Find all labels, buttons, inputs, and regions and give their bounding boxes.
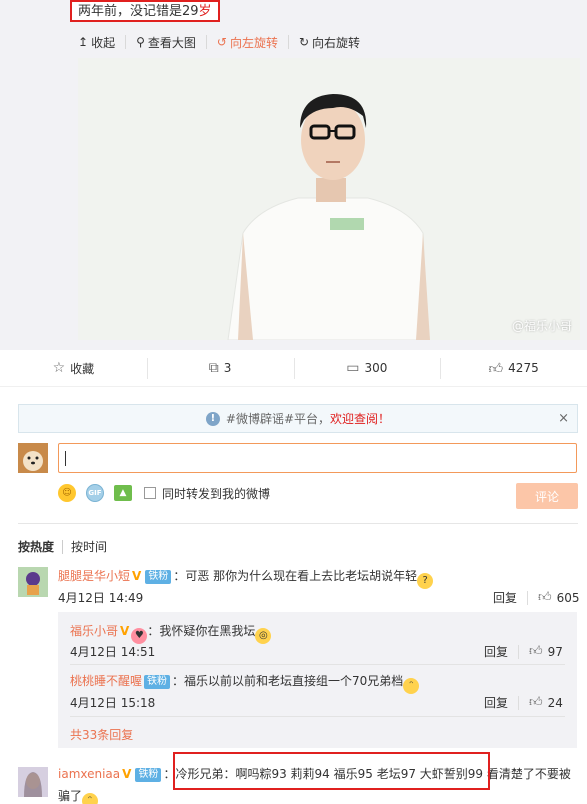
comment-actions: 回复 👍︎ 605 <box>493 589 580 606</box>
thumb-up-icon[interactable]: 👍︎ <box>529 644 543 659</box>
reply-text: ：福乐以前以前和老坛直接组一个70兄弟档 <box>172 674 404 688</box>
reply-username[interactable]: 福乐小哥 <box>70 624 118 638</box>
girl-avatar-image <box>18 767 48 797</box>
like-button[interactable]: 👍︎ 4275 <box>440 350 587 386</box>
collapse-arrow-icon: ↥ <box>78 35 89 49</box>
search-icon: ⚲ <box>136 35 145 49</box>
reply-actions: 回复 👍︎ 97 <box>484 643 563 660</box>
media-toolbar: ↥ 收起 ⚲ 查看大图 ↺ 向左旋转 ↻ 向右旋转 <box>78 33 370 51</box>
person-photo-illustration <box>78 58 580 340</box>
reply-actions: 回复 👍︎ 24 <box>484 694 563 711</box>
verified-icon: V <box>120 624 130 638</box>
cat-emoji-icon: ᵔ <box>403 678 420 694</box>
cat-emoji-icon: ᵔ <box>82 793 99 804</box>
comment-time: 4月12日 14:49 <box>58 591 144 605</box>
divider <box>18 523 578 524</box>
divider <box>70 664 565 665</box>
verified-icon: V <box>122 767 132 781</box>
reply-list: 福乐小哥 V ♥ ：我怀疑你在黑我坛 ◎ 4月12日 14:51 回复 👍︎ 97 桃桃… <box>58 612 577 748</box>
separator <box>518 695 520 710</box>
comment-text: ：可恶 那你为什么现在看上去比老坛胡说年轻 <box>173 569 418 583</box>
view-large-button[interactable]: ⚲ 查看大图 <box>125 35 206 50</box>
collapse-button[interactable]: ↥ 收起 <box>78 35 125 50</box>
favorite-button[interactable]: ☆ 收藏 <box>0 350 147 386</box>
rotate-right-icon: ↻ <box>298 35 310 49</box>
comment-text-continued: 骗了 ᵔ <box>58 787 99 804</box>
comment-body: 腿腿是华小短 V 铁粉 ：可恶 那你为什么现在看上去比老坛胡说年轻? <box>58 567 434 589</box>
reply-body: 桃桃睡不醒喔 铁粉 ：福乐以前以前和老坛直接组一个70兄弟档 ᵔ <box>70 672 420 694</box>
reply-text: ：我怀疑你在黑我坛 <box>147 624 256 638</box>
rumor-notice-banner: ! #微博辟谣#平台， 欢迎查阅！ × <box>18 404 578 433</box>
sort-tabs: 按热度 按时间 <box>18 540 115 554</box>
heart-badge-icon: ♥ <box>131 628 148 644</box>
thumb-up-icon: 👍︎ <box>488 360 504 377</box>
text-caret <box>65 451 66 466</box>
highlight-box <box>173 752 490 790</box>
reply-time: 4月12日 15:18 <box>70 696 156 710</box>
divider <box>70 716 565 717</box>
more-replies-link[interactable]: 共33条回复 <box>70 726 133 743</box>
reply-button[interactable]: 回复 <box>493 589 517 606</box>
verified-icon: V <box>132 569 142 583</box>
repost-button[interactable]: ⧉ 3 <box>146 350 294 386</box>
notice-link[interactable]: 欢迎查阅！ <box>330 410 390 427</box>
comment-username[interactable]: 腿腿是华小短 <box>58 569 130 583</box>
comment-input[interactable] <box>58 443 577 473</box>
comment-button[interactable]: ▭ 300 <box>293 350 441 386</box>
reply-body: 福乐小哥 V ♥ ：我怀疑你在黑我坛 ◎ <box>70 622 272 644</box>
rotate-right-button[interactable]: ↻ 向右旋转 <box>287 35 370 50</box>
avatar[interactable] <box>18 443 48 473</box>
post-text-snippet: 两年前，没记错是29岁 <box>70 0 220 22</box>
separator <box>527 590 529 605</box>
like-count: 24 <box>547 695 563 710</box>
thinking-emoji-icon: ? <box>417 573 434 589</box>
fan-badge: 铁粉 <box>144 675 171 689</box>
comment-icon: ▭ <box>346 360 360 376</box>
post-action-bar: ☆ 收藏 ⧉ 3 ▭ 300 👍︎ 4275 <box>0 350 587 387</box>
fan-badge: 铁粉 <box>135 768 162 782</box>
emoji-icon[interactable]: ☺ <box>58 484 76 502</box>
info-icon: ! <box>205 411 220 426</box>
dog-avatar-image <box>18 443 48 473</box>
image-icon[interactable]: ▲ <box>114 485 132 501</box>
reply-button[interactable]: 回复 <box>484 643 508 660</box>
repost-checkbox-label: 同时转发到我的微博 <box>162 486 271 501</box>
reply-username[interactable]: 桃桃睡不醒喔 <box>70 674 142 688</box>
comment-avatar[interactable] <box>18 767 48 797</box>
reply-time: 4月12日 14:51 <box>70 645 156 659</box>
tab-time[interactable]: 按时间 <box>62 540 115 554</box>
reply-button[interactable]: 回复 <box>484 694 508 711</box>
comment-avatar[interactable] <box>18 567 48 597</box>
tab-hot[interactable]: 按热度 <box>18 540 62 554</box>
like-count: 97 <box>547 644 563 659</box>
submit-comment-button[interactable]: 评论 <box>516 483 578 509</box>
thumb-up-icon[interactable]: 👍︎ <box>529 695 543 710</box>
thumb-up-icon[interactable]: 👍︎ <box>538 590 552 605</box>
photo-watermark: @福乐小哥 <box>511 319 572 333</box>
comment-section: ! #微博辟谣#平台， 欢迎查阅！ × ☺ GIF ▲ 同时转发到我的微博 评论 … <box>0 387 587 804</box>
cartoon-avatar-image <box>18 567 48 597</box>
fan-badge: 铁粉 <box>145 570 172 584</box>
rotate-left-button[interactable]: ↺ 向左旋转 <box>205 35 288 50</box>
repost-icon: ⧉ <box>208 360 219 376</box>
composer-tools: ☺ GIF ▲ 同时转发到我的微博 <box>58 483 270 503</box>
rotate-left-icon: ↺ <box>216 35 227 49</box>
separator <box>518 644 520 659</box>
star-icon: ☆ <box>52 360 66 376</box>
gif-icon[interactable]: GIF <box>86 484 104 502</box>
post-photo[interactable]: @福乐小哥 <box>78 58 580 340</box>
like-count: 605 <box>556 590 580 605</box>
comment-username[interactable]: iamxeniaa <box>58 767 120 781</box>
media-area: 两年前，没记错是29岁 ↥ 收起 ⚲ 查看大图 ↺ 向左旋转 ↻ 向右旋转 @福… <box>0 0 587 350</box>
sunglasses-emoji-icon: ◎ <box>255 628 272 644</box>
close-icon[interactable]: × <box>558 411 569 426</box>
repost-checkbox[interactable] <box>144 487 156 499</box>
